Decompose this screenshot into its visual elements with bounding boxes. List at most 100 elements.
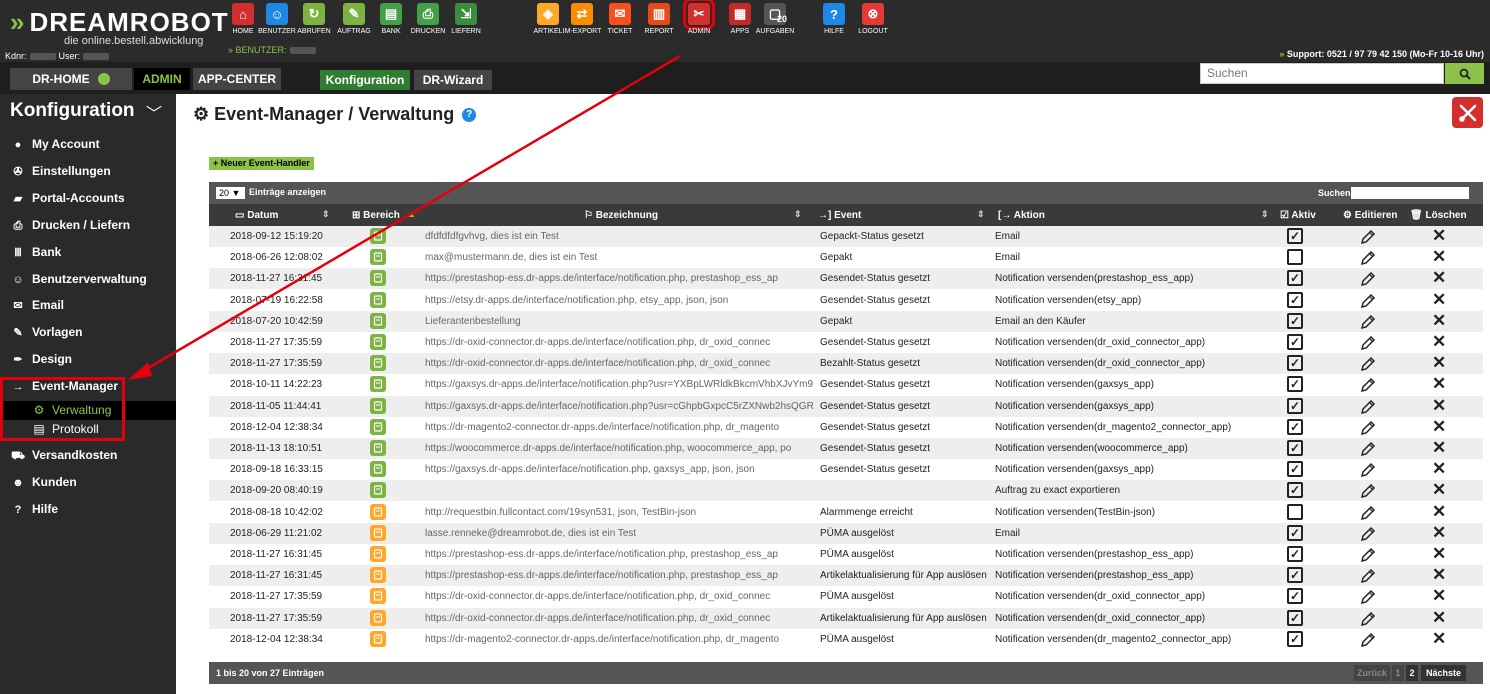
edit-pencil-icon[interactable] [1359, 610, 1377, 631]
delete-x-icon[interactable]: ✕ [1432, 545, 1446, 563]
nav-benutzer[interactable]: ☺ BENUTZER [258, 3, 296, 35]
active-checkbox[interactable]: ✓ [1287, 588, 1303, 605]
sidebar-item-email[interactable]: ✉ Email [0, 293, 176, 317]
edit-pencil-icon[interactable] [1359, 270, 1377, 291]
edit-pencil-icon[interactable] [1359, 440, 1377, 461]
delete-x-icon[interactable]: ✕ [1432, 587, 1446, 605]
sidebar-item-einstellungen[interactable]: ✇ Einstellungen [0, 159, 176, 183]
table-row[interactable]: 2018-08-18 10:42:02 http://requestbin.ful… [209, 501, 1483, 525]
active-checkbox[interactable]: ✓ [1287, 630, 1303, 647]
entries-per-page-select[interactable]: 20 ▼ [216, 187, 245, 199]
active-checkbox[interactable] [1287, 249, 1303, 266]
delete-x-icon[interactable]: ✕ [1432, 269, 1446, 287]
chevron-down-icon[interactable]: ﹀ [146, 100, 162, 124]
sidebar-item-kunden[interactable]: ☻ Kunden [0, 470, 176, 494]
table-search-input[interactable] [1351, 187, 1469, 199]
nav-abrufen[interactable]: ↻ ABRUFEN [295, 3, 333, 35]
table-row[interactable]: 2018-11-27 17:35:59 https://dr-oxid-conne… [209, 353, 1483, 376]
delete-x-icon[interactable]: ✕ [1432, 523, 1446, 542]
table-row[interactable]: 2018-11-27 16:31:45 https://prestashop-es… [209, 268, 1483, 291]
nav-artikel[interactable]: ◈ ARTIKEL [529, 3, 567, 35]
nav-ticket[interactable]: ✉ TICKET [601, 3, 639, 35]
col-aktion[interactable]: [→ Aktion [998, 210, 1045, 221]
active-checkbox[interactable]: ✓ [1287, 418, 1303, 435]
edit-pencil-icon[interactable] [1359, 525, 1377, 546]
table-row[interactable]: 2018-11-27 16:31:45 https://prestashop-es… [209, 544, 1483, 565]
active-checkbox[interactable]: ✓ [1287, 355, 1303, 372]
edit-pencil-icon[interactable] [1359, 631, 1377, 652]
col-bezeichnung[interactable]: ⚐ Bezeichnung [584, 210, 658, 221]
nav-report[interactable]: ▥ REPORT [640, 3, 678, 35]
delete-x-icon[interactable]: ✕ [1432, 566, 1446, 584]
edit-pencil-icon[interactable] [1359, 546, 1377, 567]
tab-admin[interactable]: ADMIN [134, 68, 190, 90]
active-checkbox[interactable]: ✓ [1287, 440, 1303, 456]
edit-pencil-icon[interactable] [1359, 482, 1377, 503]
table-row[interactable]: 2018-07-19 16:22:58 https://etsy.dr-apps.… [209, 289, 1483, 311]
edit-pencil-icon[interactable] [1359, 567, 1377, 588]
nav-liefern[interactable]: ⇲ LIEFERN [447, 3, 485, 35]
nav-hilfe[interactable]: ? HILFE [815, 3, 853, 35]
delete-x-icon[interactable]: ✕ [1432, 396, 1446, 415]
tab-dr-wizard[interactable]: DR-Wizard [414, 70, 492, 90]
sidebar-item-my-account[interactable]: ● My Account [0, 132, 176, 156]
table-row[interactable]: 2018-06-26 12:08:02 max@mustermann.de, di… [209, 247, 1483, 270]
table-row[interactable]: 2018-11-27 17:35:59 https://dr-oxid-conne… [209, 332, 1483, 353]
nav-apps[interactable]: ▦ APPS [721, 3, 759, 35]
edit-pencil-icon[interactable] [1359, 334, 1377, 355]
global-search-input[interactable]: Suchen [1200, 63, 1444, 84]
table-row[interactable]: 2018-09-18 16:33:15 https://gaxsys.dr-app… [209, 459, 1483, 482]
sidebar-item-versandkosten[interactable]: ⛟ Versandkosten [0, 443, 176, 467]
edit-pencil-icon[interactable] [1359, 588, 1377, 609]
edit-pencil-icon[interactable] [1359, 355, 1377, 376]
tab-dr-home[interactable]: DR-HOME [10, 68, 132, 90]
active-checkbox[interactable]: ✓ [1287, 461, 1303, 478]
table-row[interactable]: 2018-12-04 12:38:34 https://dr-magento2-c… [209, 416, 1483, 440]
table-row[interactable]: 2018-07-20 10:42:59 Lieferantenbestellung… [209, 310, 1483, 334]
sidebar-item-bank[interactable]: Ⅲ Bank [0, 240, 176, 264]
active-checkbox[interactable]: ✓ [1287, 609, 1303, 626]
sort-icon[interactable]: ⇕ [1261, 209, 1269, 220]
sort-asc-icon[interactable]: ▲ [407, 209, 416, 219]
pagination-next[interactable]: Nächste [1421, 665, 1466, 681]
delete-x-icon[interactable]: ✕ [1432, 248, 1446, 266]
edit-pencil-icon[interactable] [1359, 419, 1377, 440]
delete-x-icon[interactable]: ✕ [1432, 629, 1446, 648]
delete-x-icon[interactable]: ✕ [1432, 290, 1446, 309]
delete-x-icon[interactable]: ✕ [1432, 333, 1446, 351]
active-checkbox[interactable]: ✓ [1287, 228, 1303, 244]
nav-im-export[interactable]: ⇄ IM-EXPORT [563, 3, 601, 35]
table-row[interactable]: 2018-11-27 17:35:59 https://dr-oxid-conne… [209, 607, 1483, 631]
sidebar-item-drucken-liefern[interactable]: ⎙ Drucken / Liefern [0, 213, 176, 237]
sort-icon[interactable]: ⇕ [794, 209, 802, 220]
delete-x-icon[interactable]: ✕ [1432, 502, 1446, 521]
nav-home[interactable]: ⌂ HOME [224, 3, 262, 35]
dreamrobot-logo[interactable]: » DREAMROBOT die online.bestell.abwicklun… [10, 8, 230, 47]
table-row[interactable]: 2018-11-27 17:35:59 https://dr-oxid-conne… [209, 586, 1483, 609]
active-checkbox[interactable]: ✓ [1287, 397, 1303, 414]
delete-x-icon[interactable]: ✕ [1432, 481, 1446, 499]
nav-logout[interactable]: ⊗ LOGOUT [854, 3, 892, 35]
edit-pencil-icon[interactable] [1359, 461, 1377, 482]
active-checkbox[interactable]: ✓ [1287, 524, 1303, 541]
tab-app-center[interactable]: APP-CENTER [193, 68, 281, 90]
table-row[interactable]: 2018-12-04 12:38:34 https://dr-magento2-c… [209, 628, 1483, 652]
table-row[interactable]: 2018-10-11 14:22:23 https://gaxsys.dr-app… [209, 374, 1483, 397]
table-row[interactable]: 2018-09-20 08:40:19 Auftrag zu exact expo… [209, 480, 1483, 503]
sidebar-item-design[interactable]: ✒ Design [0, 347, 176, 371]
table-row[interactable]: 2018-11-05 11:44:41 https://gaxsys.dr-app… [209, 395, 1483, 417]
edit-pencil-icon[interactable] [1359, 249, 1377, 270]
edit-pencil-icon[interactable] [1359, 504, 1377, 525]
edit-pencil-icon[interactable] [1359, 313, 1377, 334]
active-checkbox[interactable]: ✓ [1287, 546, 1303, 562]
pagination-page-2[interactable]: 2 [1406, 665, 1418, 681]
col-aktiv[interactable]: ☑ Aktiv [1280, 210, 1316, 221]
active-checkbox[interactable] [1287, 503, 1303, 520]
delete-x-icon[interactable]: ✕ [1432, 460, 1446, 478]
delete-x-icon[interactable]: ✕ [1432, 311, 1446, 330]
active-checkbox[interactable]: ✓ [1287, 376, 1303, 393]
active-checkbox[interactable]: ✓ [1287, 482, 1303, 499]
col-event[interactable]: →] Event [818, 210, 861, 221]
delete-x-icon[interactable]: ✕ [1432, 354, 1446, 372]
edit-pencil-icon[interactable] [1359, 376, 1377, 397]
